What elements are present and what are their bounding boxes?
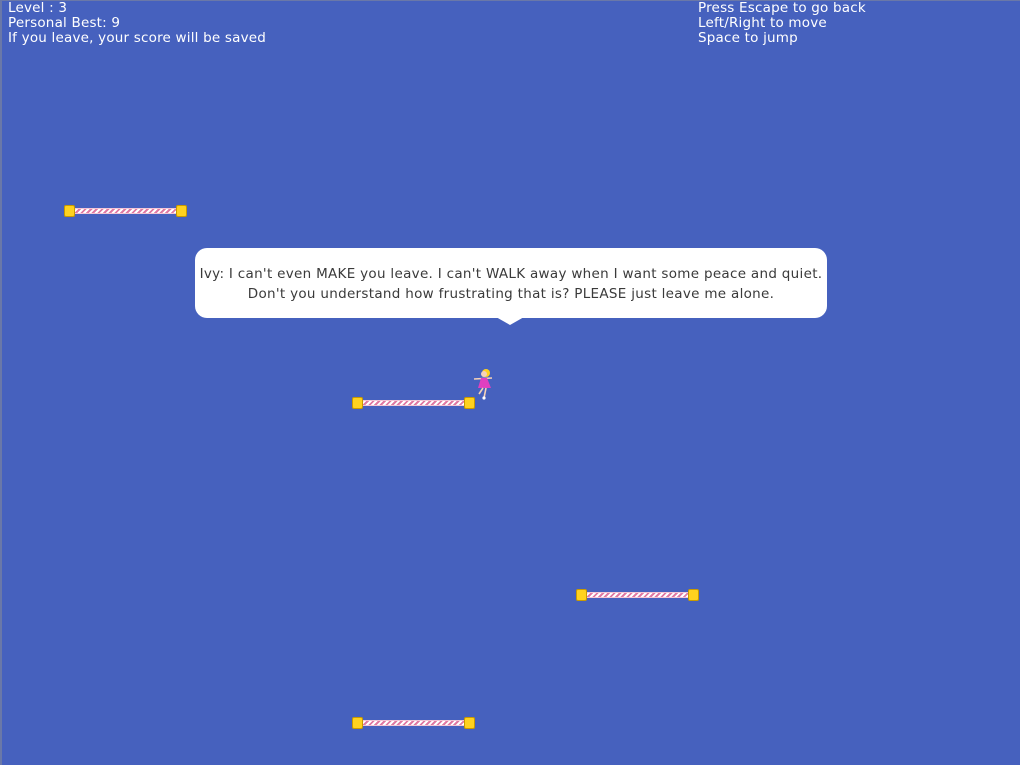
dancer-character-icon	[473, 369, 493, 400]
jump-hint: Space to jump	[698, 30, 798, 46]
player-head	[481, 371, 487, 377]
platform-post-icon	[576, 589, 587, 601]
platform-post-icon	[64, 205, 75, 217]
game-stage[interactable]: Level : 3 Personal Best: 9 If you leave,…	[0, 0, 1020, 765]
escape-hint: Press Escape to go back	[698, 0, 866, 16]
player-leg	[478, 387, 484, 395]
platform	[352, 397, 475, 409]
player-dress	[478, 378, 491, 388]
speech-bubble-tail	[496, 317, 524, 325]
speech-bubble: Ivy: I can't even MAKE you leave. I can'…	[195, 248, 827, 318]
platform-post-icon	[352, 717, 363, 729]
move-hint: Left/Right to move	[698, 15, 827, 31]
platform	[576, 589, 699, 601]
platform-rope	[358, 400, 469, 406]
platform-rope	[582, 592, 693, 598]
level-label: Level : 3	[8, 0, 68, 16]
platform-post-icon	[352, 397, 363, 409]
platform	[352, 717, 475, 729]
platform	[64, 205, 187, 217]
hud-status: Level : 3 Personal Best: 9 If you leave,…	[8, 1, 266, 46]
dialogue-text: Ivy: I can't even MAKE you leave. I can'…	[195, 264, 827, 304]
dialogue-line-2: Don't you understand how frustrating tha…	[247, 286, 775, 302]
platform-post-icon	[464, 717, 475, 729]
personal-best-label: Personal Best: 9	[8, 15, 121, 31]
hud-controls-help: Press Escape to go back Left/Right to mo…	[698, 1, 866, 46]
player-shoe	[482, 396, 486, 400]
platform-rope	[70, 208, 181, 214]
platform-post-icon	[688, 589, 699, 601]
dialogue-line-1: Ivy: I can't even MAKE you leave. I can'…	[199, 266, 823, 282]
platform-post-icon	[176, 205, 187, 217]
platform-rope	[358, 720, 469, 726]
leave-notice: If you leave, your score will be saved	[8, 30, 267, 46]
